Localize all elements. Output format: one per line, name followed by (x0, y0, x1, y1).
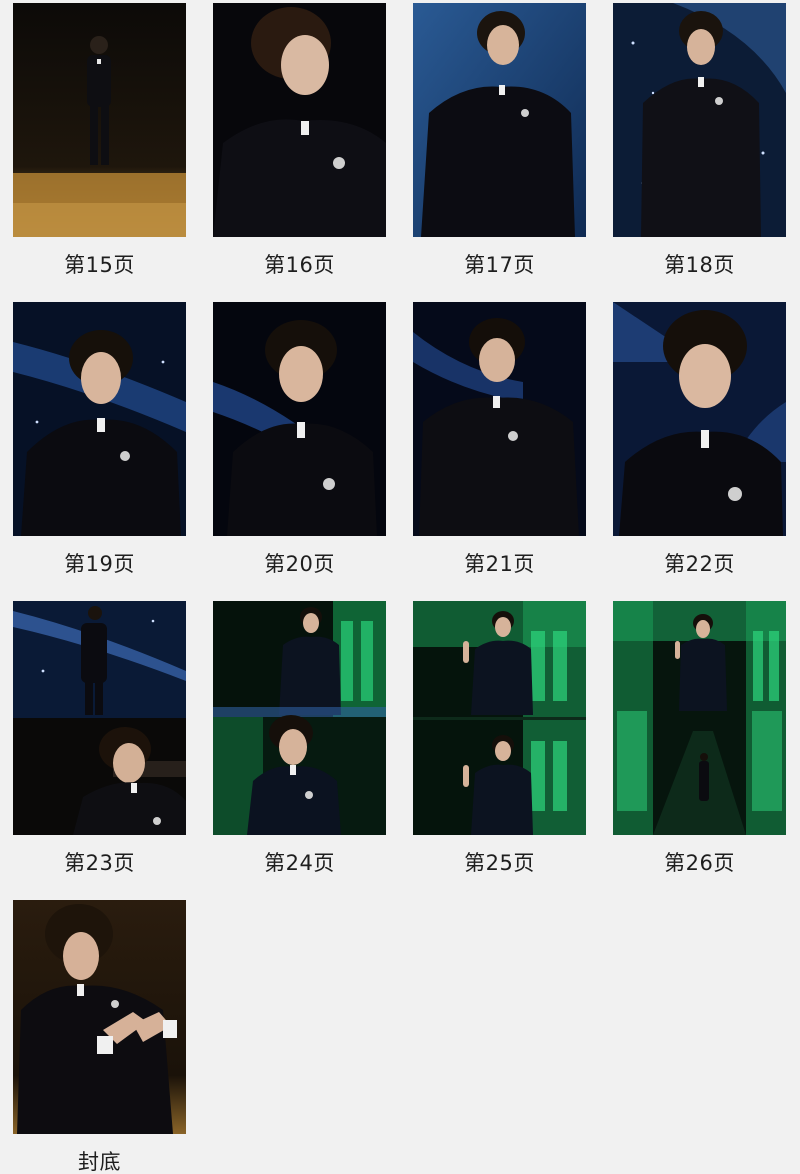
page-thumbnail-back-cover[interactable]: 封底 (13, 900, 186, 1174)
page-thumbnail-25[interactable]: 第25页 (413, 601, 586, 875)
page-label: 封底 (78, 1150, 121, 1174)
thumbnail-image (413, 3, 586, 237)
page-thumbnail-19[interactable]: 第19页 (13, 302, 186, 576)
thumbnail-image (213, 302, 386, 536)
photo-golden-seated (13, 900, 186, 1134)
thumbnail-image (613, 601, 786, 835)
photo-starry-split (13, 601, 186, 835)
thumbnail-image (613, 302, 786, 536)
thumbnail-image (13, 601, 186, 835)
page-thumbnail-26[interactable]: 第26页 (613, 601, 786, 875)
photo-blue-backdrop (413, 3, 586, 237)
thumbnail-image (413, 601, 586, 835)
photo-golden-stage (13, 3, 186, 237)
page-thumbnail-15[interactable]: 第15页 (13, 3, 186, 277)
page-thumbnail-17[interactable]: 第17页 (413, 3, 586, 277)
page-label: 第22页 (664, 552, 735, 576)
photo-starry-halfbody (13, 302, 186, 536)
page-thumbnail-20[interactable]: 第20页 (213, 302, 386, 576)
photo-green-split (213, 601, 386, 835)
page-label: 第19页 (64, 552, 135, 576)
page-label: 第26页 (664, 851, 735, 875)
page-label: 第17页 (464, 253, 535, 277)
page-thumbnail-16[interactable]: 第16页 (213, 3, 386, 277)
page-label: 第16页 (264, 253, 335, 277)
thumbnail-image (413, 302, 586, 536)
page-label: 第15页 (64, 253, 135, 277)
page-label: 第21页 (464, 552, 535, 576)
photo-dark-portrait (213, 3, 386, 237)
page-label: 第23页 (64, 851, 135, 875)
thumbnail-image (13, 900, 186, 1134)
thumbnail-image (213, 3, 386, 237)
thumbnail-image (13, 302, 186, 536)
page-label: 第24页 (264, 851, 335, 875)
page-label: 第18页 (664, 253, 735, 277)
page-thumbnail-23[interactable]: 第23页 (13, 601, 186, 875)
page-thumbnail-24[interactable]: 第24页 (213, 601, 386, 875)
photo-blue-glow-portrait (213, 302, 386, 536)
photo-starry-fullbody (613, 3, 786, 237)
thumbnail-image (613, 3, 786, 237)
page-label: 第20页 (264, 552, 335, 576)
photo-green-wave (413, 601, 586, 835)
photo-green-corridor (613, 601, 786, 835)
page-thumbnail-21[interactable]: 第21页 (413, 302, 586, 576)
page-thumbnail-18[interactable]: 第18页 (613, 3, 786, 277)
photo-blue-glow-closeup (613, 302, 786, 536)
thumbnail-image (213, 601, 386, 835)
page-label: 第25页 (464, 851, 535, 875)
photo-blue-glow-halfbody (413, 302, 586, 536)
thumbnail-image (13, 3, 186, 237)
page-thumbnail-22[interactable]: 第22页 (613, 302, 786, 576)
